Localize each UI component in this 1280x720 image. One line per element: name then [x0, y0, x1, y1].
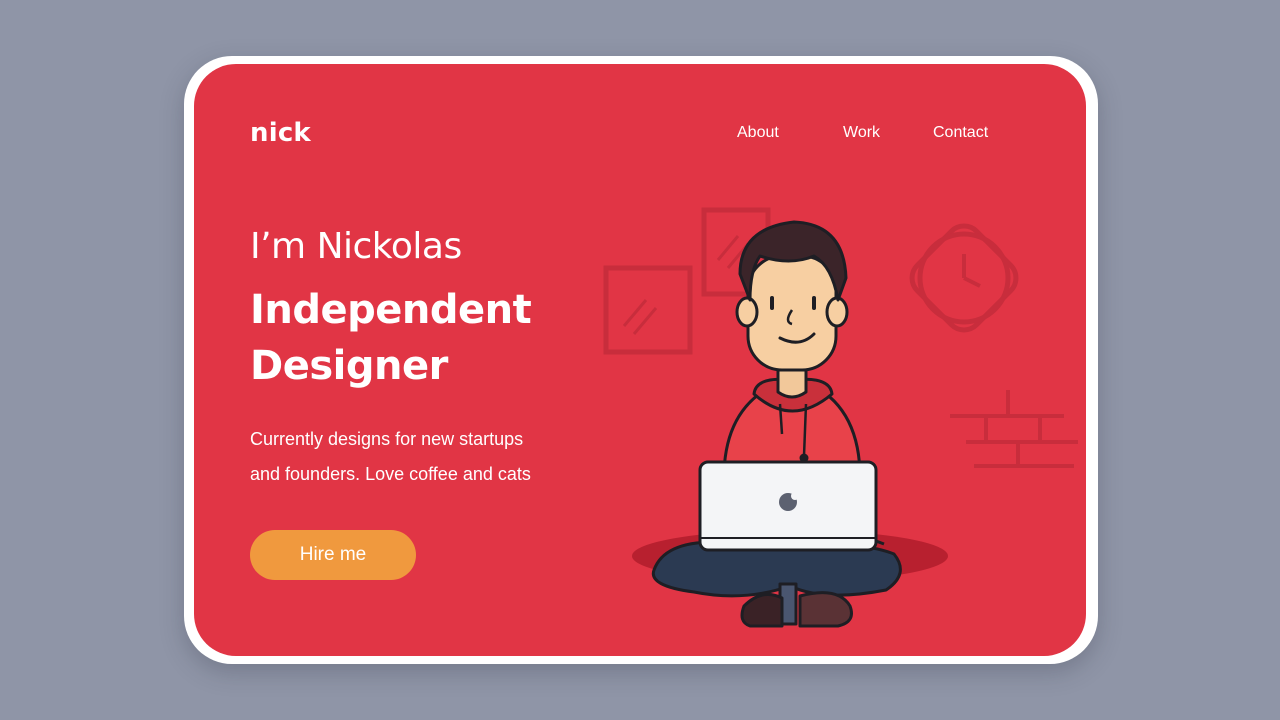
hero-description: Currently designs for new startups and f…	[250, 422, 630, 492]
headline-line-1: Independent	[250, 287, 532, 333]
hero-headline: Independent Designer	[250, 282, 532, 394]
brand-logo[interactable]: nick	[250, 118, 311, 148]
nav-item-about[interactable]: About	[737, 124, 779, 142]
hero-greeting: I’m Nickolas	[250, 226, 462, 267]
headline-line-2: Designer	[250, 343, 448, 389]
picture-frame-icon	[603, 265, 693, 355]
hero-illustration	[603, 207, 1078, 628]
wall-clock-icon	[909, 223, 1019, 333]
description-line-1: Currently designs for new startups	[250, 429, 524, 449]
hire-me-button[interactable]: Hire me	[250, 530, 416, 580]
brick-wall-icon	[950, 390, 1078, 468]
landing-page-card: nick About Work Contact I’m Nickolas Ind…	[194, 64, 1086, 656]
description-line-2: and founders. Love coffee and cats	[250, 464, 531, 484]
nav-item-work[interactable]: Work	[843, 124, 880, 142]
nav-item-contact[interactable]: Contact	[933, 124, 988, 142]
